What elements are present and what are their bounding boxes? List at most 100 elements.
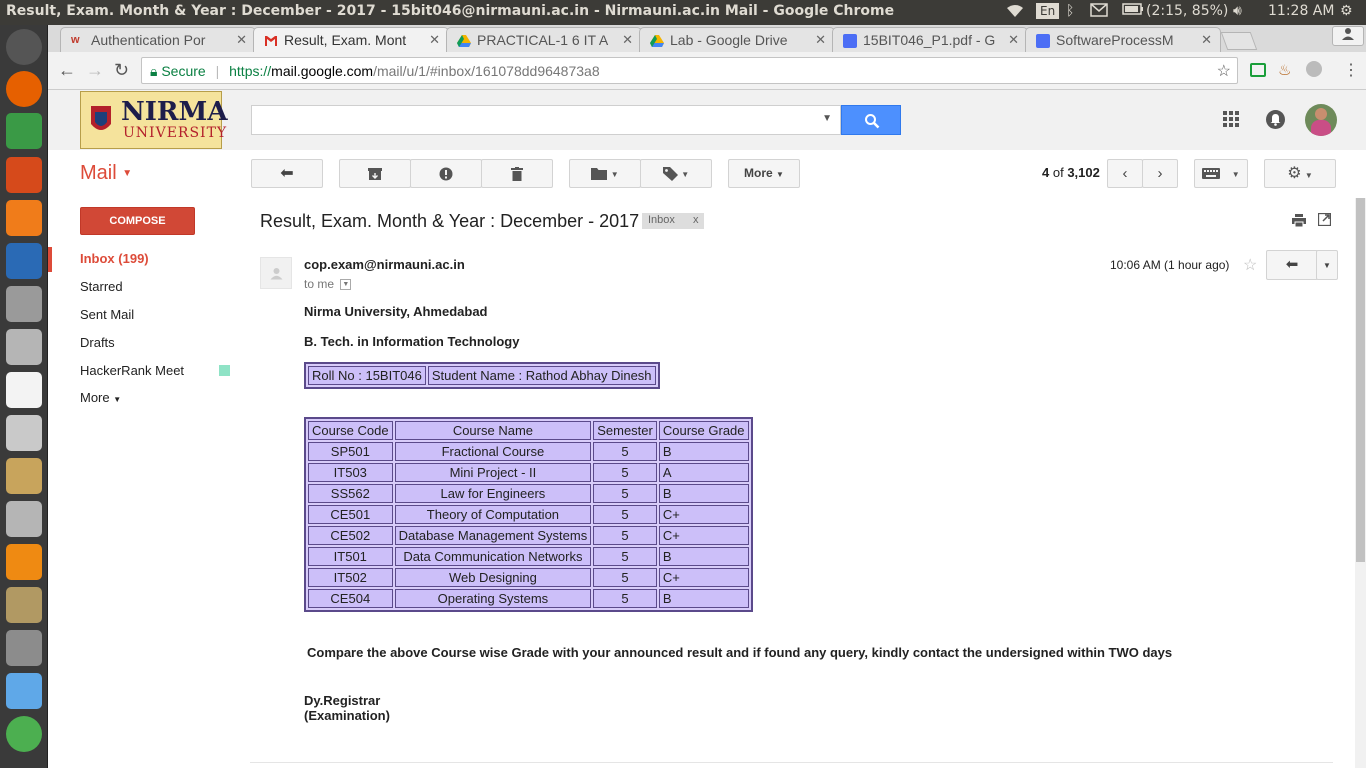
- chevron-down-icon: ▼: [113, 395, 122, 404]
- cake-extension-icon[interactable]: ♨: [1278, 61, 1291, 79]
- system-tool-icon[interactable]: [6, 630, 42, 666]
- newer-button[interactable]: ‹: [1107, 159, 1143, 188]
- dash-home-icon[interactable]: [6, 29, 42, 65]
- back-to-inbox-button[interactable]: ⬅︎: [251, 159, 323, 188]
- notifications-bell-icon[interactable]: [1266, 110, 1285, 129]
- speaker-app-icon[interactable]: [6, 587, 42, 623]
- gear-icon[interactable]: ⚙: [1340, 3, 1353, 19]
- window-title: Result, Exam. Month & Year : December - …: [6, 3, 895, 19]
- bluetooth-icon[interactable]: ᛒ: [1066, 3, 1074, 19]
- spreadsheet-app-icon[interactable]: [6, 113, 42, 149]
- mail-indicator-icon[interactable]: [1090, 3, 1108, 21]
- label-color-swatch[interactable]: [219, 365, 230, 376]
- compose-button[interactable]: COMPOSE: [80, 207, 195, 235]
- tab-lab-drive[interactable]: Lab - Google Drive ✕: [639, 27, 835, 52]
- software-center-icon[interactable]: [6, 200, 42, 236]
- page-scrollbar[interactable]: [1355, 198, 1366, 768]
- scrollbar-thumb[interactable]: [1356, 198, 1365, 562]
- mail-menu[interactable]: Mail ▼: [80, 162, 132, 185]
- forward-arrow-icon[interactable]: →: [86, 60, 104, 81]
- move-to-button[interactable]: ▼: [569, 159, 641, 188]
- wifi-icon[interactable]: [1006, 3, 1024, 23]
- remove-label-button[interactable]: x: [693, 214, 699, 226]
- more-reply-options-button[interactable]: ▼: [1316, 250, 1338, 280]
- university-line: Nirma University, Ahmedabad: [304, 304, 488, 319]
- document-icon: [843, 34, 857, 48]
- table-cell: Data Communication Networks: [394, 547, 592, 566]
- search-input[interactable]: ▼: [251, 105, 841, 135]
- sidebar-item-starred[interactable]: Starred: [80, 279, 123, 294]
- close-icon[interactable]: ✕: [815, 32, 826, 48]
- clock[interactable]: 11:28 AM: [1268, 3, 1334, 19]
- tab-result-email[interactable]: Result, Exam. Mont ✕: [253, 27, 449, 52]
- inbox-label-chip[interactable]: Inbox x: [642, 213, 705, 229]
- tab-practical-doc[interactable]: PRACTICAL-1 6 IT A ✕: [446, 27, 642, 52]
- star-bookmark-icon[interactable]: ☆: [1217, 61, 1231, 81]
- logo-title: NIRMA: [121, 97, 228, 127]
- table-cell: Law for Engineers: [394, 484, 592, 503]
- close-icon[interactable]: ✕: [622, 32, 633, 48]
- close-icon[interactable]: ✕: [1201, 32, 1212, 48]
- reload-icon[interactable]: ↻: [114, 60, 129, 81]
- writer-app-icon[interactable]: [6, 243, 42, 279]
- search-button[interactable]: [841, 105, 901, 135]
- tab-pdf[interactable]: 15BIT046_P1.pdf - G ✕: [832, 27, 1028, 52]
- volume-icon[interactable]: 🔊︎: [1233, 3, 1242, 19]
- drive-icon-2[interactable]: [6, 501, 42, 537]
- table-cell: C+: [658, 568, 749, 587]
- search-options-dropdown-icon[interactable]: ▼: [822, 113, 832, 124]
- sidebar-item-drafts[interactable]: Drafts: [80, 335, 115, 350]
- back-arrow-icon[interactable]: ←: [58, 60, 76, 81]
- table-cell: B: [658, 484, 749, 503]
- open-new-window-icon[interactable]: [1317, 212, 1332, 229]
- file-cabinet-icon[interactable]: [6, 286, 42, 322]
- report-spam-button[interactable]: [410, 159, 482, 188]
- spam-alert-icon: [439, 167, 453, 181]
- delete-button[interactable]: [481, 159, 553, 188]
- tab-software-process[interactable]: SoftwareProcessM ✕: [1025, 27, 1221, 52]
- grades-table: Course Code Course Name Semester Course …: [304, 417, 753, 612]
- profile-icon[interactable]: [1332, 26, 1364, 46]
- sender-email[interactable]: cop.exam@nirmauni.ac.in: [304, 257, 465, 272]
- avatar[interactable]: [1305, 104, 1337, 136]
- presentation-app-icon[interactable]: [6, 157, 42, 193]
- archive-install-icon[interactable]: [6, 458, 42, 494]
- url-host: mail.google.com: [271, 63, 374, 79]
- globe-extension-icon[interactable]: [1306, 61, 1322, 77]
- tab-label: Lab - Google Drive: [670, 32, 788, 48]
- settings-tools-icon[interactable]: [6, 415, 42, 451]
- sidebar-item-more[interactable]: More ▼: [80, 390, 121, 405]
- close-icon[interactable]: ✕: [236, 32, 247, 48]
- sidebar-item-sent-mail[interactable]: Sent Mail: [80, 307, 134, 322]
- labels-button[interactable]: ▼: [640, 159, 712, 188]
- close-icon[interactable]: ✕: [429, 32, 440, 48]
- show-details-dropdown-icon[interactable]: ▼: [340, 279, 352, 291]
- more-actions-button[interactable]: More ▼: [728, 159, 800, 188]
- settings-button[interactable]: ⚙ ▼: [1264, 159, 1336, 188]
- battery-icon[interactable]: [1122, 3, 1144, 19]
- amazon-icon[interactable]: [6, 372, 42, 408]
- reply-button[interactable]: ⬅︎: [1266, 250, 1318, 280]
- archive-button[interactable]: [339, 159, 411, 188]
- virtual-box-icon[interactable]: [6, 673, 42, 709]
- input-tools-button[interactable]: ▼: [1194, 159, 1248, 188]
- firefox-icon[interactable]: [6, 71, 42, 107]
- drive-icon[interactable]: [6, 329, 42, 365]
- apps-grid-icon[interactable]: [1223, 111, 1239, 130]
- star-icon[interactable]: ☆: [1243, 255, 1257, 275]
- close-icon[interactable]: ✕: [1008, 32, 1019, 48]
- chrome-icon[interactable]: [6, 716, 42, 752]
- sidebar-item-hackerrank-meet[interactable]: HackerRank Meet: [80, 363, 184, 378]
- new-tab-button[interactable]: [1220, 32, 1258, 50]
- address-bar[interactable]: 🔒︎ Secure | https://mail.google.com/mail…: [141, 57, 1238, 84]
- print-icon[interactable]: [1292, 214, 1306, 230]
- vlc-icon[interactable]: [6, 544, 42, 580]
- older-button[interactable]: ›: [1142, 159, 1178, 188]
- tv-extension-icon[interactable]: [1250, 63, 1266, 77]
- table-cell: CE501: [308, 505, 393, 524]
- tab-authentication[interactable]: w Authentication Por ✕: [60, 27, 256, 52]
- university-logo[interactable]: NIRMA UNIVERSITY: [80, 91, 228, 149]
- sidebar-item-inbox[interactable]: Inbox (199): [80, 251, 149, 266]
- keyboard-layout-indicator[interactable]: En: [1036, 3, 1060, 19]
- chrome-menu-icon[interactable]: ⋮: [1343, 60, 1359, 80]
